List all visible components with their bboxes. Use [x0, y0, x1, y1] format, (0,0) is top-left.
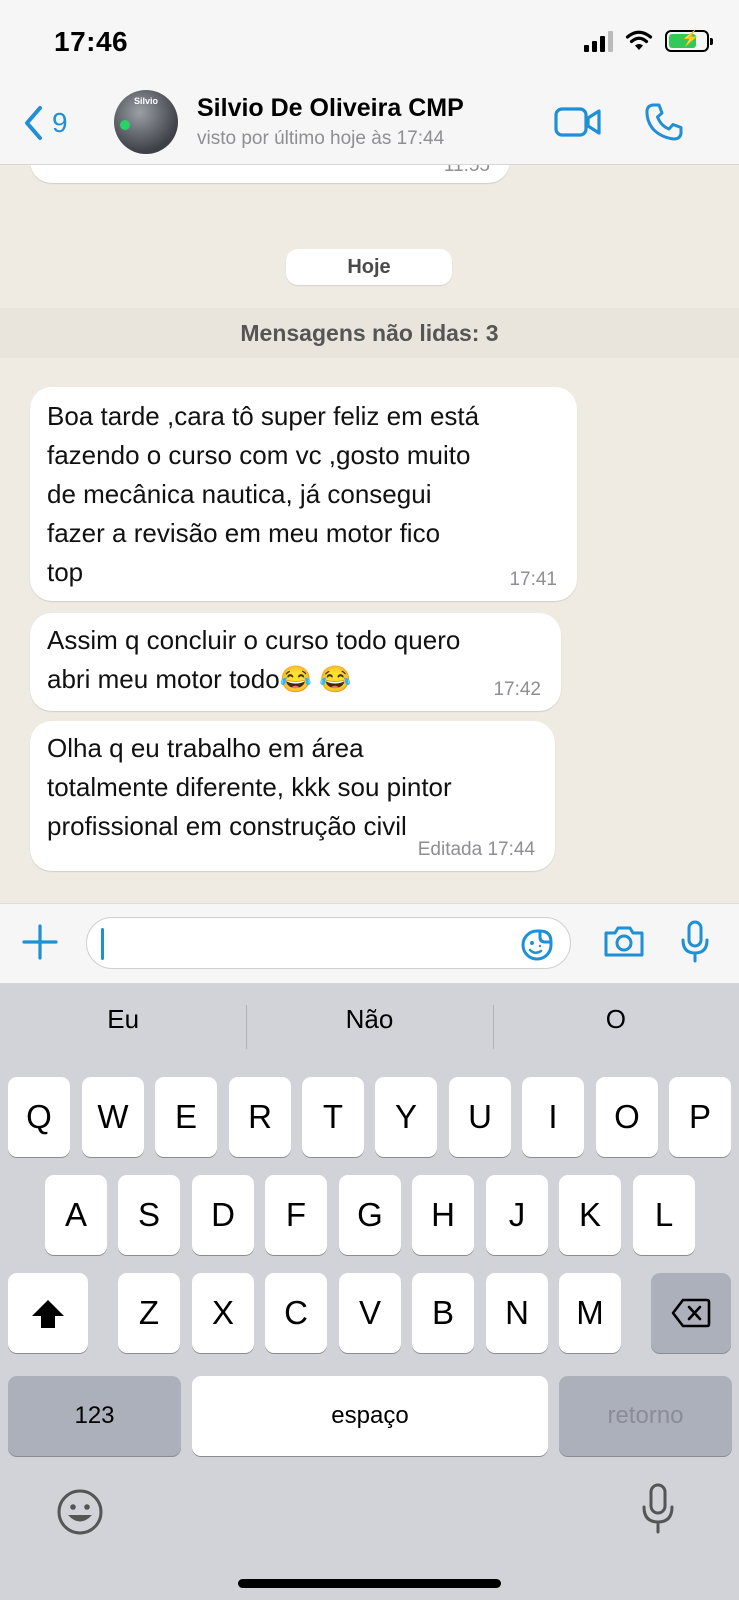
dictation-button[interactable] [640, 1483, 676, 1540]
key[interactable]: H [412, 1175, 474, 1255]
key[interactable]: U [449, 1077, 511, 1157]
sticker-icon [521, 929, 553, 961]
microphone-icon [642, 1483, 674, 1534]
chat-area[interactable]: 11:55 Hoje Mensagens não lidas: 3 Boa ta… [0, 165, 739, 903]
key[interactable]: P [669, 1077, 731, 1157]
video-call-button[interactable] [554, 106, 602, 143]
date-separator: Hoje [286, 249, 452, 285]
message-input-bar [0, 903, 739, 983]
suggestion[interactable]: O [492, 983, 739, 1055]
suggestion[interactable]: Não [246, 983, 492, 1055]
key[interactable]: R [229, 1077, 291, 1157]
message-bubble[interactable]: Assim q concluir o curso todo quero abri… [30, 613, 561, 711]
back-button[interactable]: 9 [22, 104, 68, 142]
key[interactable]: J [486, 1175, 548, 1255]
camera-button[interactable] [602, 924, 646, 963]
message-time: 17:41 [509, 569, 557, 590]
key[interactable]: S [118, 1175, 180, 1255]
voice-call-button[interactable] [644, 102, 684, 147]
wifi-icon [625, 30, 653, 50]
plus-icon [22, 924, 58, 960]
key[interactable]: V [339, 1273, 401, 1353]
key[interactable]: O [596, 1077, 658, 1157]
key[interactable]: Y [375, 1077, 437, 1157]
backspace-icon [671, 1298, 711, 1328]
key[interactable]: X [192, 1273, 254, 1353]
message-text: Olha q eu trabalho em área totalmente di… [47, 733, 452, 841]
chat-header: 9 Silvio Silvio De Oliveira CMP visto po… [0, 90, 739, 165]
keyboard: Eu Não O Q W E R T Y U I O P A S D F G H… [0, 983, 739, 1600]
key[interactable]: Q [8, 1077, 70, 1157]
key[interactable]: F [265, 1175, 327, 1255]
text-caret [101, 928, 104, 960]
backspace-key[interactable] [651, 1273, 731, 1353]
message-text: Assim q concluir o curso todo quero abri… [47, 625, 461, 694]
camera-icon [604, 926, 644, 957]
key[interactable]: K [559, 1175, 621, 1255]
message-input[interactable] [86, 917, 571, 969]
suggestion[interactable]: Eu [0, 983, 246, 1055]
space-key[interactable]: espaço [192, 1376, 548, 1456]
signal-icon [584, 30, 613, 52]
message-bubble[interactable]: Olha q eu trabalho em área totalmente di… [30, 721, 555, 871]
sticker-button[interactable] [520, 928, 554, 967]
video-camera-icon [554, 107, 601, 137]
predictive-suggestions: Eu Não O [0, 983, 739, 1055]
unread-messages-banner: Mensagens não lidas: 3 [0, 308, 739, 358]
key[interactable]: G [339, 1175, 401, 1255]
emoji-keyboard-button[interactable] [56, 1488, 104, 1541]
key[interactable]: E [155, 1077, 217, 1157]
avatar-logo-text: Silvio [133, 96, 158, 106]
attach-button[interactable] [20, 922, 60, 967]
key[interactable]: M [559, 1273, 621, 1353]
message-bubble[interactable]: 11:55 [30, 165, 510, 183]
voice-message-button[interactable] [680, 920, 710, 969]
unread-chats-count: 9 [52, 107, 68, 138]
numbers-key[interactable]: 123 [8, 1376, 181, 1456]
key[interactable]: N [486, 1273, 548, 1353]
key[interactable]: D [192, 1175, 254, 1255]
microphone-icon [681, 920, 709, 963]
contact-name[interactable]: Silvio De Oliveira CMP [197, 94, 464, 123]
key[interactable]: Z [118, 1273, 180, 1353]
emoji-icon [57, 1489, 103, 1535]
key[interactable]: A [45, 1175, 107, 1255]
status-bar: 17:46 ⚡ [0, 0, 739, 90]
message-bubble[interactable]: Boa tarde ,cara tô super feliz em está f… [30, 387, 577, 601]
shift-arrow-icon [32, 1300, 64, 1328]
home-indicator[interactable] [238, 1579, 501, 1588]
key[interactable]: I [522, 1077, 584, 1157]
charging-bolt-icon: ⚡ [681, 30, 700, 47]
battery-icon: ⚡ [665, 30, 713, 52]
status-time: 17:46 [54, 26, 129, 57]
message-text: Boa tarde ,cara tô super feliz em está f… [47, 401, 480, 587]
key[interactable]: B [412, 1273, 474, 1353]
key[interactable]: T [302, 1077, 364, 1157]
message-time: 17:42 [493, 679, 541, 700]
whatsapp-logo-icon [120, 120, 130, 130]
chevron-left-icon [25, 106, 42, 140]
contact-last-seen: visto por último hoje às 17:44 [197, 128, 445, 149]
key[interactable]: C [265, 1273, 327, 1353]
key[interactable]: W [82, 1077, 144, 1157]
return-key[interactable]: retorno [559, 1376, 732, 1456]
message-time: 11:55 [443, 165, 490, 176]
avatar[interactable]: Silvio [114, 90, 178, 154]
phone-icon [645, 103, 683, 141]
message-time: Editada 17:44 [417, 839, 535, 860]
key[interactable]: L [633, 1175, 695, 1255]
status-icons: ⚡ [584, 30, 713, 52]
shift-key[interactable] [8, 1273, 88, 1353]
